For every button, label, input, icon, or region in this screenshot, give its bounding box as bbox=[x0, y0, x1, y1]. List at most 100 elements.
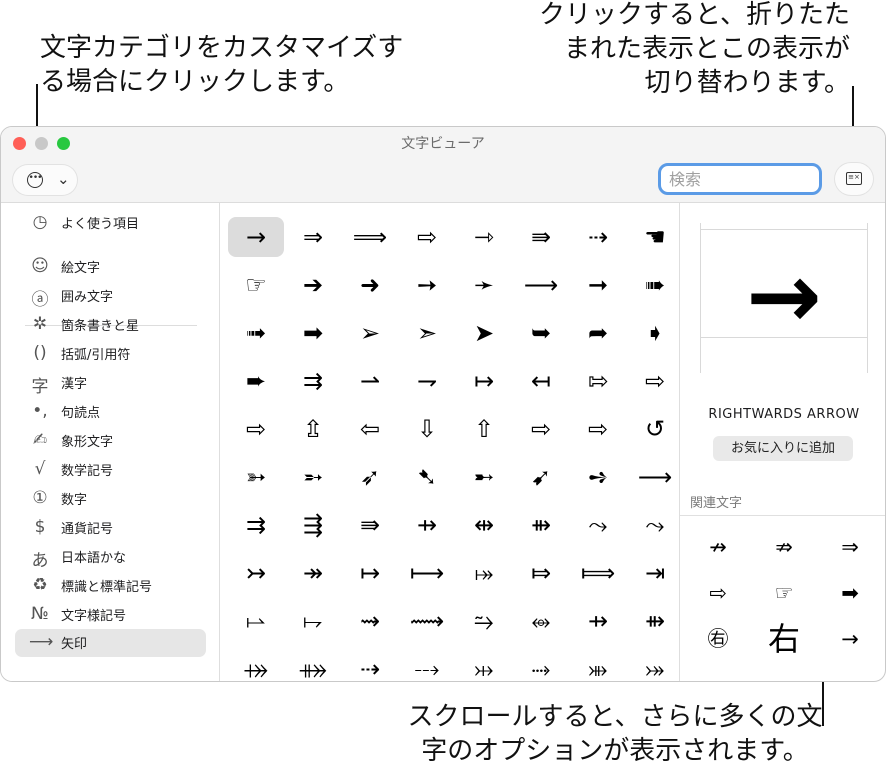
sidebar-item[interactable]: ♻ 標識と標準記号 bbox=[15, 572, 206, 600]
related-character-cell[interactable]: ↛ bbox=[688, 527, 748, 567]
character-cell[interactable]: ⇁ bbox=[399, 361, 455, 401]
character-cell[interactable]: ↣ bbox=[228, 553, 284, 593]
character-cell[interactable]: ⤑ bbox=[513, 649, 569, 681]
character-cell[interactable]: ⤖ bbox=[627, 649, 678, 681]
sidebar-item[interactable]: ☺ 絵文字 bbox=[15, 253, 206, 281]
character-cell[interactable]: ⇫ bbox=[285, 409, 341, 449]
related-character-cell[interactable]: ☞ bbox=[754, 573, 814, 613]
sidebar-item[interactable]: ⓐ 囲み文字 bbox=[15, 282, 206, 310]
character-cell[interactable]: ⤕ bbox=[570, 649, 626, 681]
character-cell[interactable]: ➣ bbox=[399, 313, 455, 353]
character-cell[interactable]: ⟼ bbox=[399, 553, 455, 593]
character-cell[interactable]: ↦ bbox=[456, 361, 512, 401]
character-cell[interactable]: ⇻ bbox=[513, 505, 569, 545]
character-cell[interactable]: ➙ bbox=[399, 265, 455, 305]
search-input[interactable] bbox=[658, 163, 822, 195]
related-character-cell[interactable]: → bbox=[820, 619, 880, 659]
character-cell[interactable]: ⤁ bbox=[285, 649, 341, 681]
character-cell[interactable]: ⤳ bbox=[570, 505, 626, 545]
sidebar-item[interactable]: ✍ 象形文字 bbox=[15, 427, 206, 455]
character-cell[interactable]: ⟿ bbox=[399, 601, 455, 641]
character-cell[interactable]: ⇻ bbox=[627, 601, 678, 641]
character-cell[interactable]: ☚ bbox=[627, 217, 678, 257]
character-cell[interactable]: ⇨ bbox=[627, 361, 678, 401]
character-cell[interactable]: ➟ bbox=[228, 313, 284, 353]
character-cell[interactable]: ⇩ bbox=[399, 409, 455, 449]
character-cell[interactable]: ⇛ bbox=[342, 505, 398, 545]
customize-list-button[interactable]: ••• ⌄ bbox=[13, 165, 77, 195]
character-cell[interactable]: ⇒ bbox=[285, 217, 341, 257]
character-cell[interactable]: ➦ bbox=[570, 313, 626, 353]
related-character-cell[interactable]: ⇏ bbox=[754, 527, 814, 567]
related-character-cell[interactable]: ➡ bbox=[820, 573, 880, 613]
related-character-cell[interactable]: 右 bbox=[754, 619, 814, 659]
related-character-cell[interactable]: ㊨ bbox=[688, 619, 748, 659]
character-cell[interactable]: ⇸ bbox=[570, 601, 626, 641]
character-cell[interactable]: ➷ bbox=[399, 457, 455, 497]
character-cell[interactable]: ⟾ bbox=[570, 553, 626, 593]
sidebar-item[interactable]: $ 通貨記号 bbox=[15, 514, 206, 542]
character-cell[interactable]: ➔ bbox=[285, 265, 341, 305]
related-character-cell[interactable]: ⇨ bbox=[688, 573, 748, 613]
sidebar-item[interactable]: ⟶ 矢印 bbox=[15, 629, 206, 657]
character-cell[interactable]: ⇧ bbox=[456, 409, 512, 449]
character-cell[interactable]: ➤ bbox=[456, 313, 512, 353]
character-cell[interactable]: ↦ bbox=[342, 553, 398, 593]
character-cell[interactable]: ⟶ bbox=[513, 265, 569, 305]
character-cell[interactable]: ⤏ bbox=[399, 649, 455, 681]
character-cell[interactable]: ➞ bbox=[570, 265, 626, 305]
toggle-view-button[interactable]: ≡× bbox=[835, 163, 873, 195]
character-cell[interactable]: ⇀ bbox=[342, 361, 398, 401]
character-cell[interactable]: ⥛ bbox=[228, 601, 284, 641]
character-cell[interactable]: ⇝ bbox=[342, 601, 398, 641]
character-cell[interactable]: ➛ bbox=[456, 265, 512, 305]
character-cell[interactable]: ⇦ bbox=[342, 409, 398, 449]
character-cell[interactable]: ⤳ bbox=[627, 505, 678, 545]
character-cell[interactable]: ➸ bbox=[456, 457, 512, 497]
character-cell[interactable]: ⇰ bbox=[570, 361, 626, 401]
character-cell[interactable]: ↤ bbox=[513, 361, 569, 401]
character-cell[interactable]: ⇥ bbox=[627, 553, 678, 593]
character-cell[interactable]: ⇸ bbox=[399, 505, 455, 545]
character-cell[interactable]: ☞ bbox=[228, 265, 284, 305]
character-cell[interactable]: ➺ bbox=[570, 457, 626, 497]
related-character-cell[interactable]: ⇒ bbox=[820, 527, 880, 567]
character-cell[interactable]: ↠ bbox=[285, 553, 341, 593]
character-cell[interactable]: ⇢ bbox=[570, 217, 626, 257]
sidebar-item[interactable]: •, 句読点 bbox=[15, 398, 206, 426]
sidebar-item[interactable]: ① 数字 bbox=[15, 485, 206, 513]
character-cell[interactable]: ⤅ bbox=[456, 553, 512, 593]
character-cell[interactable]: ⤇ bbox=[513, 553, 569, 593]
character-cell[interactable]: ⥈ bbox=[513, 601, 569, 641]
character-cell[interactable]: ⟹ bbox=[342, 217, 398, 257]
character-cell[interactable]: ⇨ bbox=[513, 409, 569, 449]
add-to-favorites-button[interactable]: お気に入りに追加 bbox=[713, 436, 853, 461]
character-cell[interactable]: ➹ bbox=[513, 457, 569, 497]
sidebar-item[interactable]: ✲ 箇条書きと星 bbox=[15, 311, 206, 339]
character-cell[interactable]: ➧ bbox=[627, 313, 678, 353]
character-cell[interactable]: ⇹ bbox=[456, 505, 512, 545]
character-cell[interactable]: ➳ bbox=[228, 457, 284, 497]
character-cell[interactable]: ⇶ bbox=[285, 505, 341, 545]
character-cell[interactable]: ➥ bbox=[513, 313, 569, 353]
character-cell[interactable]: ⥲ bbox=[456, 601, 512, 641]
sidebar-item[interactable]: 字漢字 bbox=[15, 369, 206, 397]
character-cell[interactable]: ➜ bbox=[342, 265, 398, 305]
character-cell[interactable]: ⤀ bbox=[228, 649, 284, 681]
character-cell[interactable]: ⇾ bbox=[456, 217, 512, 257]
character-cell[interactable]: ⇨ bbox=[399, 217, 455, 257]
character-cell[interactable]: ⟶ bbox=[627, 457, 678, 497]
character-cell[interactable]: ⇛ bbox=[513, 217, 569, 257]
sidebar-item[interactable]: あ日本語かな bbox=[15, 543, 206, 571]
character-cell[interactable]: ⇢ bbox=[342, 649, 398, 681]
character-cell[interactable]: ⇉ bbox=[228, 505, 284, 545]
character-cell[interactable]: ⥟ bbox=[285, 601, 341, 641]
sidebar-item[interactable]: () 括弧/引用符 bbox=[15, 340, 206, 368]
sidebar-item[interactable]: № 文字様記号 bbox=[15, 601, 206, 629]
character-cell[interactable]: ⇉ bbox=[285, 361, 341, 401]
character-cell[interactable]: → bbox=[228, 217, 284, 257]
character-cell[interactable]: ⇨ bbox=[228, 409, 284, 449]
character-cell[interactable]: ⇨ bbox=[570, 409, 626, 449]
character-cell[interactable]: ➶ bbox=[342, 457, 398, 497]
character-cell[interactable]: ➠ bbox=[627, 265, 678, 305]
